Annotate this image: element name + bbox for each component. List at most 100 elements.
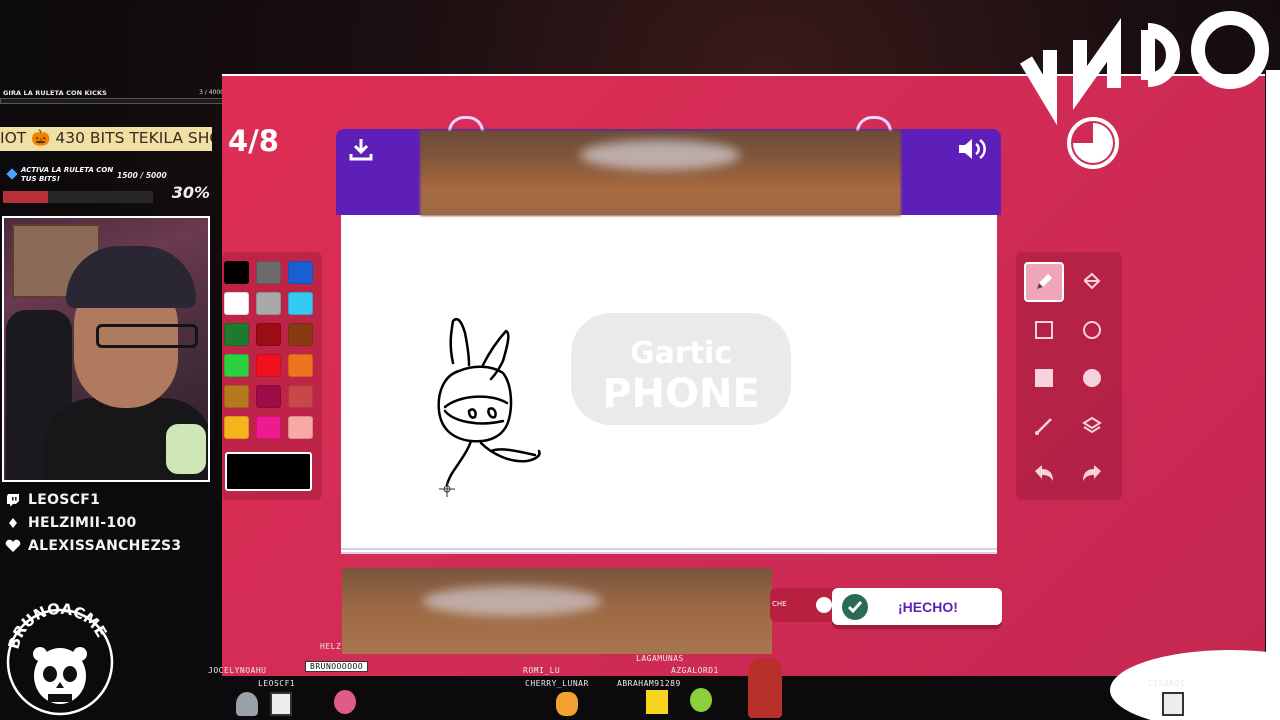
color-swatch[interactable] [224, 292, 249, 315]
volume-icon[interactable] [956, 134, 990, 164]
chat-username: CISAROI [1148, 679, 1186, 688]
chat-username: AZGALORD1 [671, 666, 719, 675]
gartic-phone-game: 4/8 Gartic PHONE CHE ¡HECHO! [222, 74, 1265, 676]
done-label: ¡HECHO! [898, 598, 958, 615]
redo-icon [1083, 465, 1101, 481]
watermark-line-2: PHONE [602, 371, 760, 417]
toggle-switch[interactable]: CHE [770, 588, 840, 622]
color-swatch[interactable] [288, 416, 313, 439]
drawing-canvas[interactable]: Gartic PHONE [341, 215, 997, 554]
twitch-icon [4, 492, 22, 508]
rect-filled-tool[interactable] [1024, 358, 1064, 398]
crosshair-icon [439, 481, 455, 497]
chat-avatar [334, 690, 356, 714]
rect-outline-tool[interactable] [1024, 310, 1064, 350]
color-swatch[interactable] [256, 385, 281, 408]
chat-avatar [1162, 692, 1184, 716]
streamer-glasses [96, 324, 198, 348]
circle-filled-icon [1083, 369, 1101, 387]
chat-username: ROMI_LU [523, 666, 561, 675]
bits-progress-fill [3, 191, 48, 203]
drink-cup [166, 424, 206, 474]
social-handles: LEOSCF1 HELZIMII-100 ALEXISSANCHEZS3 [4, 488, 181, 557]
gem-icon [6, 168, 18, 180]
circle-outline-icon [1083, 321, 1101, 339]
color-swatch[interactable] [224, 385, 249, 408]
color-swatch[interactable] [288, 385, 313, 408]
current-color-preview [225, 452, 312, 491]
ellipse-filled-tool[interactable] [1072, 358, 1112, 398]
roulette-count: 3 / 4000 [199, 89, 224, 96]
chat-username: JOCELYNOAHU [208, 666, 267, 675]
heart-icon [4, 538, 22, 554]
pencil-tool[interactable] [1024, 262, 1064, 302]
color-swatch[interactable] [256, 292, 281, 315]
color-swatch[interactable] [256, 261, 281, 284]
layer-tool[interactable] [1072, 406, 1112, 446]
social-row: LEOSCF1 [4, 488, 181, 511]
color-swatch[interactable] [224, 416, 249, 439]
alert-ticker: IOT 🎃 430 BITS TEKILA SHO [0, 127, 212, 151]
roulette-progress-track [0, 98, 228, 104]
chat-username: CHERRY_LUNAR [525, 679, 589, 688]
undo-icon [1035, 465, 1053, 481]
round-counter: 4/8 [228, 124, 279, 158]
chat-avatar [690, 688, 712, 712]
square-outline-icon [1035, 321, 1053, 339]
chat-avatars: JOCELYNOAHU BRUNOOOOOO LEOSCF1 HELZ ROMI… [0, 640, 1280, 720]
chat-username: LAGAMUNAS [636, 654, 684, 663]
roulette-title: GIRA LA RULETA CON KICKS [3, 89, 107, 97]
gartic-phone-watermark: Gartic PHONE [571, 313, 791, 425]
chat-avatar [556, 692, 578, 716]
social-name: HELZIMII-100 [28, 514, 137, 531]
stream-overlay: GIRA LA RULETA CON KICKS 3 / 4000 IOT 🎃 … [0, 0, 228, 720]
chat-avatar [646, 690, 668, 714]
square-filled-icon [1035, 369, 1053, 387]
color-swatch[interactable] [224, 261, 249, 284]
line-tool[interactable] [1024, 406, 1064, 446]
redo-button[interactable] [1072, 454, 1112, 494]
chat-avatar [270, 692, 292, 716]
chat-username: ABRAHAM91289 [617, 679, 681, 688]
color-swatch[interactable] [288, 261, 313, 284]
bits-goal-text: ACTIVA LA RULETA CON TUS BITS! [21, 166, 114, 183]
canvas-layer[interactable]: Gartic PHONE [341, 215, 997, 554]
watermark-line-1: Gartic [630, 336, 732, 371]
color-swatch[interactable] [288, 323, 313, 346]
color-swatch[interactable] [256, 354, 281, 377]
social-row: HELZIMII-100 [4, 511, 181, 534]
color-swatch[interactable] [288, 292, 313, 315]
color-swatch[interactable] [256, 416, 281, 439]
kick-icon [4, 515, 22, 531]
layer-icon [1082, 416, 1102, 434]
download-icon[interactable] [346, 134, 376, 164]
bits-progress-track [3, 191, 153, 203]
board-page-edges [341, 546, 997, 554]
bucket-tool[interactable] [1072, 262, 1112, 302]
bucket-icon [1084, 272, 1101, 290]
ticker-text: IOT 🎃 430 BITS TEKILA SHO [0, 129, 212, 147]
color-palette [222, 252, 322, 500]
clock-icon [1067, 117, 1119, 169]
toggle-label: CHE [772, 600, 787, 608]
bits-goal-percent: 30% [171, 183, 210, 202]
color-swatch[interactable] [288, 354, 313, 377]
webcam-feed [2, 216, 210, 482]
roulette-kicks-bar: GIRA LA RULETA CON KICKS 3 / 4000 [0, 87, 228, 107]
bits-goal-count: 1500 / 5000 [117, 171, 167, 180]
color-swatch[interactable] [224, 323, 249, 346]
ellipse-outline-tool[interactable] [1072, 310, 1112, 350]
player-drawing [437, 317, 541, 487]
toggle-knob[interactable] [816, 597, 832, 613]
bits-goal: ACTIVA LA RULETA CON TUS BITS! 1500 / 50… [0, 163, 212, 207]
done-button[interactable]: ¡HECHO! [832, 588, 1002, 625]
line-icon [1035, 418, 1052, 435]
blurred-censor-top [420, 130, 901, 216]
color-swatch[interactable] [224, 354, 249, 377]
chat-username: BRUNOOOOOO [305, 661, 369, 672]
check-icon [842, 593, 868, 620]
chat-username: HELZ [320, 642, 342, 651]
social-name: ALEXISSANCHEZS3 [28, 537, 182, 554]
undo-button[interactable] [1024, 454, 1064, 494]
color-swatch[interactable] [256, 323, 281, 346]
